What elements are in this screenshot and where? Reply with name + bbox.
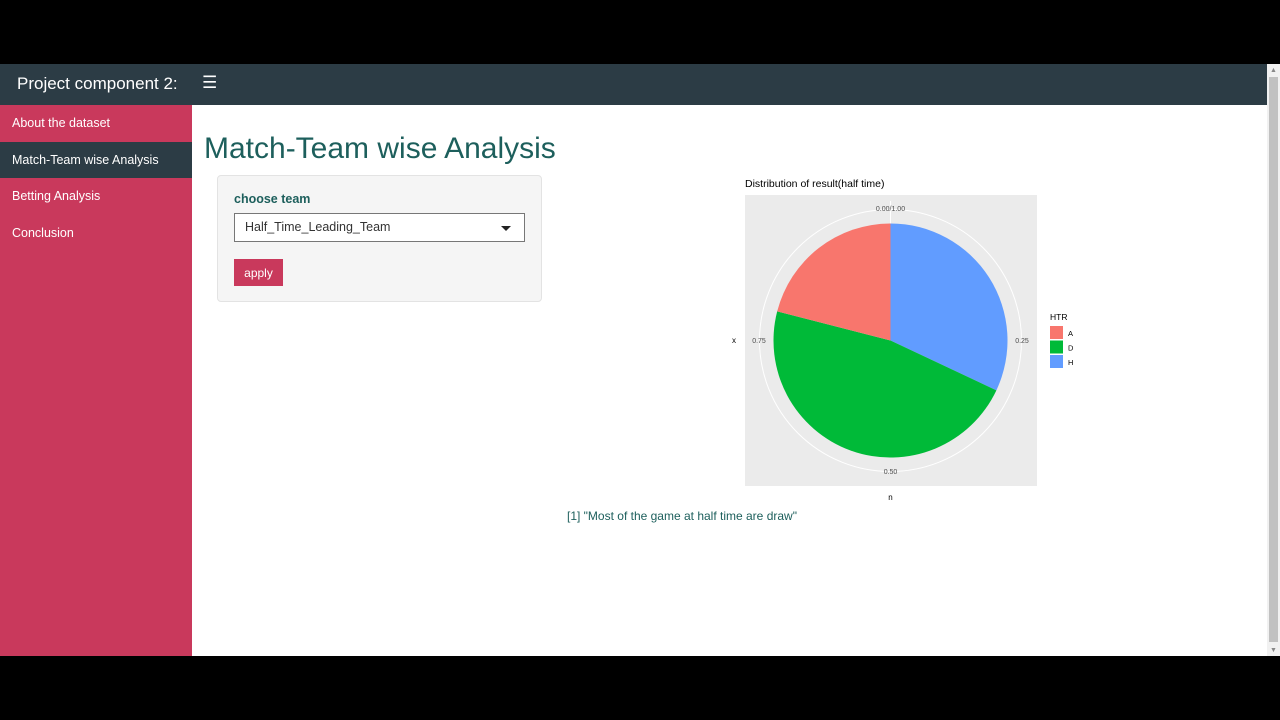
hamburger-icon[interactable]: ☰: [202, 73, 217, 93]
pie-chart: Distribution of result(half time) 0.00/1…: [722, 175, 1082, 510]
chart-svg: Distribution of result(half time) 0.00/1…: [732, 178, 1074, 502]
input-panel: choose team Half_Time_Leading_Team apply: [217, 175, 542, 302]
team-select-value: Half_Time_Leading_Team: [245, 220, 391, 234]
top-header: Project component 2: ☰: [0, 64, 1267, 105]
tick-label: 0.25: [1015, 338, 1029, 345]
app-title: Project component 2:: [17, 74, 178, 93]
legend-key-A: [1050, 326, 1063, 339]
legend-label-A: A: [1068, 329, 1073, 338]
sidebar-item-match-team[interactable]: Match-Team wise Analysis: [0, 141, 192, 178]
main-content: Match-Team wise Analysis choose team Hal…: [192, 105, 1267, 656]
sidebar-item-about[interactable]: About the dataset: [0, 105, 192, 142]
summary-text: [1] "Most of the game at half time are d…: [567, 509, 797, 523]
tick-label: 0.75: [752, 338, 766, 345]
scroll-up-icon[interactable]: ▲: [1270, 67, 1277, 74]
scroll-down-icon[interactable]: ▼: [1270, 647, 1277, 654]
team-select[interactable]: Half_Time_Leading_Team: [234, 213, 525, 242]
sidebar-item-betting[interactable]: Betting Analysis: [0, 178, 192, 215]
sidebar: About the dataset Match-Team wise Analys…: [0, 105, 192, 656]
scrollbar-thumb[interactable]: [1269, 77, 1278, 642]
scrollbar[interactable]: ▲ ▼: [1267, 64, 1280, 656]
choose-team-label: choose team: [234, 192, 311, 206]
tick-label: 0.00/1.00: [876, 206, 905, 213]
legend-key-H: [1050, 355, 1063, 368]
legend-title: HTR: [1050, 312, 1067, 322]
chevron-down-icon: [501, 226, 511, 231]
sidebar-item-conclusion[interactable]: Conclusion: [0, 215, 192, 252]
chart-title: Distribution of result(half time): [745, 178, 884, 190]
app-window: Project component 2: ☰ About the dataset…: [0, 64, 1280, 656]
page-title: Match-Team wise Analysis: [204, 132, 556, 165]
legend-label-D: D: [1068, 344, 1074, 353]
apply-button[interactable]: apply: [234, 259, 283, 286]
x-axis-label: x: [732, 336, 736, 345]
legend-key-D: [1050, 340, 1063, 354]
y-axis-label: n: [888, 493, 892, 502]
tick-label: 0.50: [884, 469, 898, 476]
legend-label-H: H: [1068, 358, 1073, 367]
